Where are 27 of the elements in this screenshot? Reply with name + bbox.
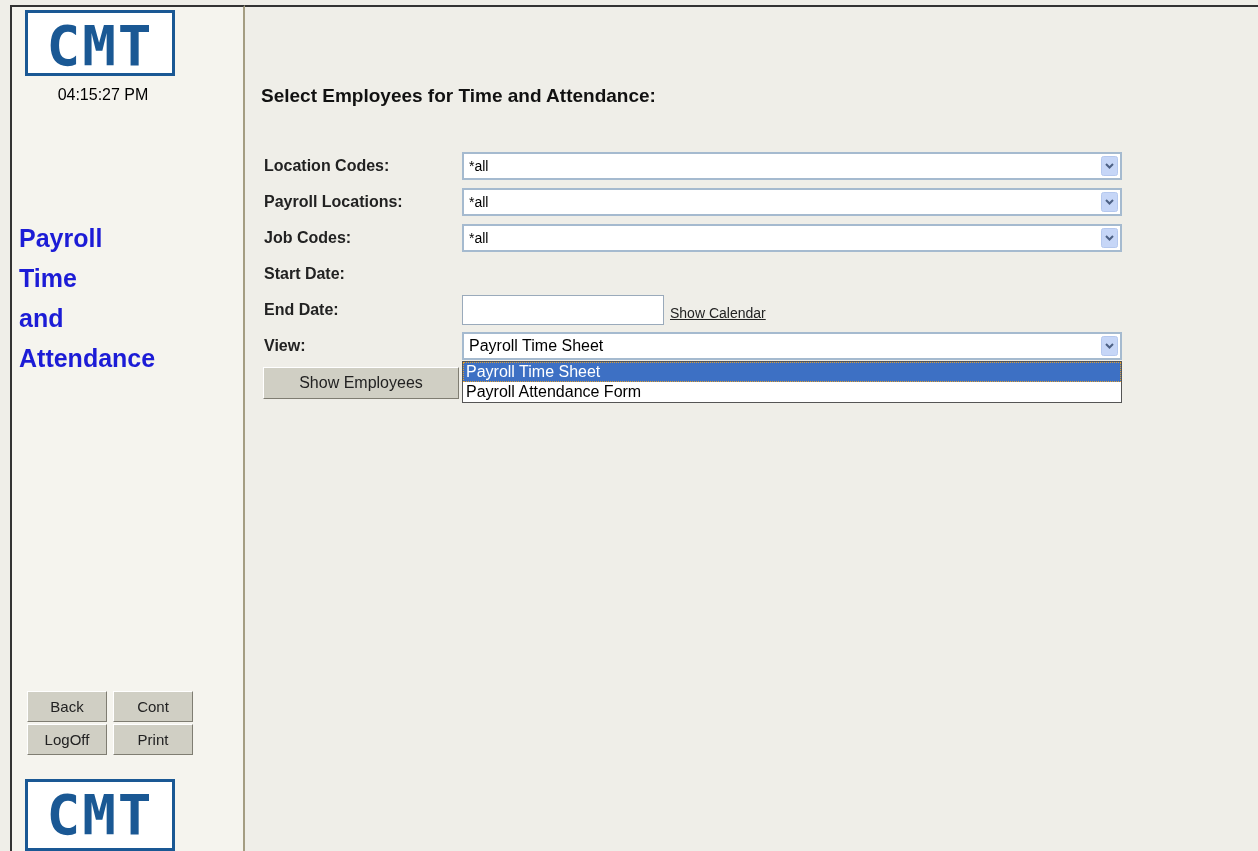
clock-time: 04:15:27 PM (56, 86, 150, 104)
page-heading: Select Employees for Time and Attendance: (261, 85, 657, 107)
app-title: Attendance (19, 343, 156, 374)
dropdown-option[interactable]: Payroll Time Sheet (463, 362, 1121, 382)
dropdown[interactable]: Payroll Time Sheet (462, 332, 1122, 360)
dropdown[interactable]: *all (462, 224, 1122, 252)
logo: CMT (25, 10, 175, 76)
app-title: Time (19, 263, 78, 294)
nav-button[interactable]: Back (27, 691, 107, 722)
show-employees-button[interactable]: Show Employees (263, 367, 459, 399)
app-title: and (19, 303, 65, 334)
field-label: Start Date: (263, 265, 346, 283)
field-label: Job Codes: (263, 229, 353, 247)
logo: CMT (25, 779, 175, 851)
date-field[interactable] (462, 295, 664, 325)
field-label: Location Codes: (263, 157, 391, 175)
dropdown[interactable]: *all (462, 152, 1122, 180)
nav-button[interactable]: Cont (113, 691, 193, 722)
nav-button[interactable]: LogOff (27, 724, 107, 755)
nav-button[interactable]: Print (113, 724, 193, 755)
app-title: Payroll (19, 223, 104, 254)
dropdown[interactable]: *all (462, 188, 1122, 216)
dropdown-option[interactable]: Payroll Attendance Form (463, 382, 1121, 402)
field-label: View: (263, 337, 307, 355)
field-label: End Date: (263, 301, 340, 319)
calendar-link[interactable]: Show Calendar (670, 305, 766, 321)
field-label: Payroll Locations: (263, 193, 404, 211)
